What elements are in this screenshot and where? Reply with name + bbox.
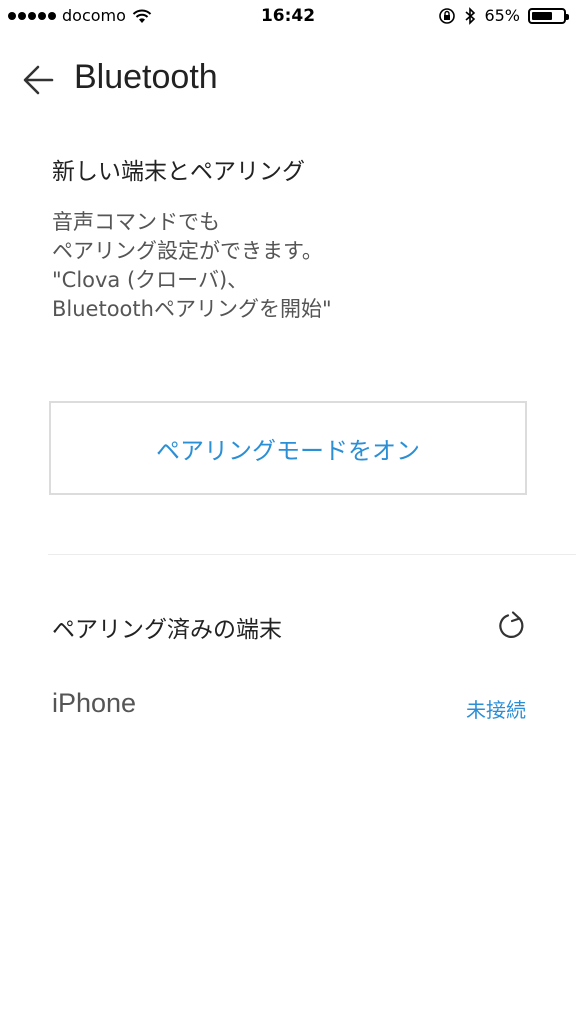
status-bar: docomo 16:42 65% [0,0,576,34]
device-name: iPhone [52,688,137,718]
description-line: ペアリング設定ができます。 [52,239,323,263]
battery-level [532,11,552,20]
back-button[interactable] [20,62,60,98]
status-right: 65% [438,6,569,25]
refresh-icon [499,611,524,638]
divider [48,554,576,555]
device-row[interactable]: iPhone 未接続 [0,680,576,736]
header: Bluetooth [0,48,576,112]
paired-devices-heading: ペアリング済みの端末 [52,617,282,643]
rotation-lock-icon [439,7,456,24]
description-line: Bluetoothペアリングを開始" [52,297,332,321]
bluetooth-icon [465,6,476,25]
description-line: "Clova (クローバ)、 [52,268,249,292]
pairing-mode-button[interactable]: ペアリングモードをオン [49,401,527,495]
page-title: Bluetooth [74,58,218,96]
description-line: 音声コマンドでも [52,210,220,234]
battery-percent: 65% [484,6,520,25]
device-connection-status[interactable]: 未接続 [466,694,526,723]
battery-icon [528,7,569,24]
voice-command-description: 音声コマンドでも ペアリング設定ができます。 "Clova (クローバ)、 Bl… [52,208,332,324]
refresh-button[interactable] [496,610,528,642]
new-device-heading: 新しい端末とペアリング [52,159,305,185]
arrow-left-icon [23,65,54,95]
